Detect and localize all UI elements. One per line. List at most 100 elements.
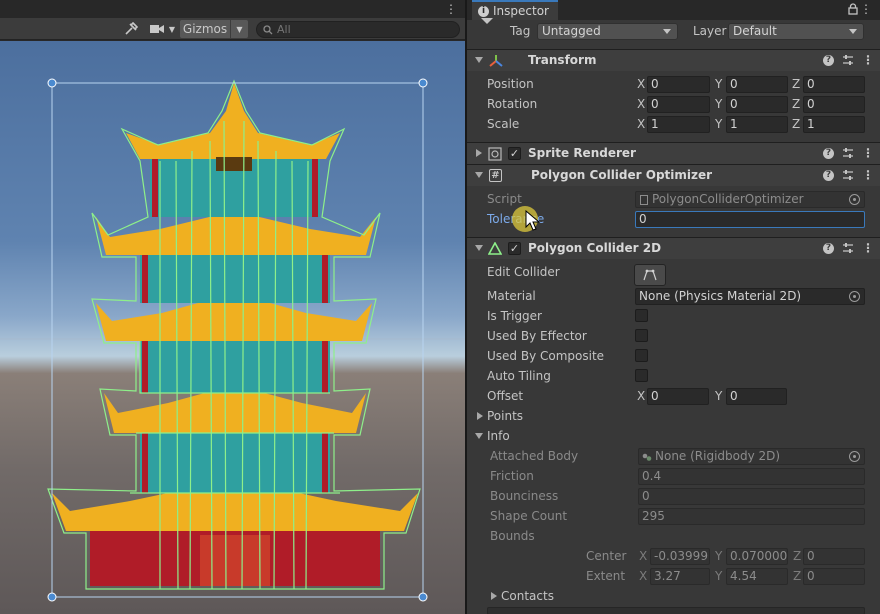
pagoda-sprite [0,78,465,602]
extent-x-axis: X [639,569,648,583]
tag-dropdown[interactable]: Untagged [537,23,678,40]
scale-label: Scale [487,117,520,131]
tolerance-field[interactable]: 0 [635,211,865,228]
tools-icon[interactable] [122,20,140,38]
camera-icon[interactable] [148,20,166,38]
gizmos-dropdown[interactable]: ▼ [231,20,248,38]
lock-icon[interactable] [848,3,858,15]
bounciness-field: 0 [638,488,865,505]
presets-icon[interactable] [842,169,854,181]
material-value: None (Physics Material 2D) [639,289,802,303]
position-x-field[interactable]: 0 [647,76,710,93]
presets-icon[interactable] [842,242,854,254]
scene-search-box[interactable] [256,21,460,38]
kebab-menu-icon[interactable]: ⋮ [862,168,874,182]
rigidbody-icon [642,453,652,461]
rotation-z-axis[interactable]: Z [792,97,800,111]
script-field: PolygonColliderOptimizer [635,191,865,208]
rotation-z-field[interactable]: 0 [803,96,865,113]
sprite-renderer-title: Sprite Renderer [528,146,636,160]
optimizer-title: Polygon Collider Optimizer [531,168,713,182]
scene-view[interactable]: ⋮ ▼ Gizmos ▼ [0,0,465,614]
kebab-menu-icon[interactable]: ⋮ [860,2,872,16]
help-icon[interactable]: ? [823,147,834,159]
gameobject-icon [481,18,493,24]
contacts-fold-icon[interactable] [491,592,497,600]
scale-z-field[interactable]: 1 [803,116,865,133]
offset-x-field[interactable]: 0 [647,388,709,405]
fold-down-icon[interactable] [475,245,483,251]
object-picker-icon[interactable] [849,291,860,302]
center-z-field: 0 [803,548,865,565]
rotation-y-axis[interactable]: Y [715,97,722,111]
position-y-axis[interactable]: Y [715,77,722,91]
script-label: Script [487,192,522,206]
friction-label: Friction [490,469,534,483]
kebab-menu-icon[interactable]: ⋮ [862,241,874,255]
points-fold-icon[interactable] [477,412,483,420]
kebab-menu-icon[interactable]: ⋮ [445,1,457,17]
kebab-menu-icon[interactable]: ⋮ [862,53,874,67]
info-label[interactable]: Info [487,429,510,443]
help-icon[interactable]: ? [823,169,834,181]
rotation-x-field[interactable]: 0 [647,96,710,113]
scale-y-field[interactable]: 1 [726,116,788,133]
used-by-composite-checkbox[interactable] [635,349,648,362]
contacts-label[interactable]: Contacts [501,589,554,603]
used-by-effector-checkbox[interactable] [635,329,648,342]
offset-label: Offset [487,389,524,403]
extent-y-field: 4.54 [726,568,788,585]
position-z-axis[interactable]: Z [792,77,800,91]
kebab-menu-icon[interactable]: ⋮ [862,146,874,160]
presets-icon[interactable] [842,147,854,159]
scale-x-field[interactable]: 1 [647,116,710,133]
bounciness-label: Bounciness [490,489,559,503]
chevron-down-icon[interactable]: ▼ [166,20,178,38]
transform-icon [489,55,503,67]
help-icon[interactable]: ? [823,54,834,66]
optimizer-header[interactable]: # Polygon Collider Optimizer ? ⋮ [467,164,880,186]
tag-value: Untagged [542,24,601,38]
is-trigger-checkbox[interactable] [635,309,648,322]
polygon-collider-title: Polygon Collider 2D [528,241,662,255]
scene-search-input[interactable] [277,23,437,36]
scale-y-axis[interactable]: Y [715,117,722,131]
scene-viewport[interactable] [0,41,465,614]
presets-icon[interactable] [842,54,854,66]
extent-z-axis: Z [793,569,802,583]
points-label[interactable]: Points [487,409,523,423]
sprite-renderer-enabled-checkbox[interactable]: ✓ [508,147,521,160]
scene-tab-strip: ⋮ [0,0,465,18]
auto-tiling-checkbox[interactable] [635,369,648,382]
rotation-y-field[interactable]: 0 [726,96,788,113]
offset-y-field[interactable]: 0 [726,388,787,405]
scale-x-axis[interactable]: X [637,117,645,131]
sprite-renderer-header[interactable]: ✓ Sprite Renderer ? ⋮ [467,142,880,164]
transform-header[interactable]: Transform ? ⋮ [467,49,880,71]
info-fold-icon[interactable] [475,433,483,439]
fold-down-icon[interactable] [475,172,483,178]
extent-x-field: 3.27 [650,568,710,585]
script-value: PolygonColliderOptimizer [652,192,804,206]
scale-z-axis[interactable]: Z [792,117,800,131]
offset-y-axis[interactable]: Y [715,389,722,403]
material-field[interactable]: None (Physics Material 2D) [635,288,865,305]
polygon-collider-enabled-checkbox[interactable]: ✓ [508,242,521,255]
polygon-collider-header[interactable]: ✓ Polygon Collider 2D ? ⋮ [467,237,880,259]
rotation-label: Rotation [487,97,538,111]
position-z-field[interactable]: 0 [803,76,865,93]
edit-collider-button[interactable] [634,264,666,286]
friction-field: 0.4 [638,468,865,485]
position-y-field[interactable]: 0 [726,76,788,93]
rotation-x-axis[interactable]: X [637,97,645,111]
mouse-cursor-icon [525,210,541,231]
help-icon[interactable]: ? [823,242,834,254]
fold-right-icon[interactable] [476,149,482,157]
shape-count-field: 295 [638,508,865,525]
gizmos-button[interactable]: Gizmos [180,20,230,38]
offset-x-axis[interactable]: X [637,389,645,403]
position-x-axis[interactable]: X [637,77,645,91]
fold-down-icon[interactable] [475,57,483,63]
layer-dropdown[interactable]: Default [728,23,864,40]
shape-count-label: Shape Count [490,509,568,523]
